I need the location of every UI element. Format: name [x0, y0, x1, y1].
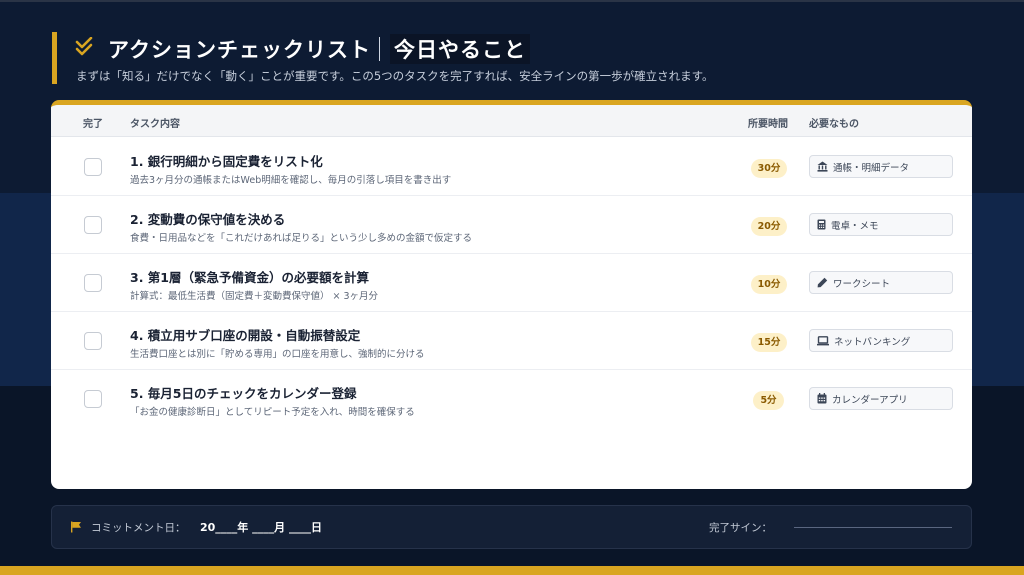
flag-icon [71, 521, 81, 533]
time-badge: 15分 [751, 333, 787, 352]
needs-item: 電卓・メモ [809, 213, 953, 236]
sign-label: 完了サイン： [709, 522, 772, 534]
pencil-icon [817, 277, 828, 288]
commitment-footer: コミットメント日： 20____年 ____月 ____日 完了サイン： [51, 505, 972, 549]
needs-label: ネットバンキング [834, 336, 911, 348]
task-checkbox[interactable] [84, 274, 102, 292]
table-row: 1. 銀行明細から固定費をリスト化 過去3ヶ月分の通帳またはWeb明細を確認し、… [51, 138, 972, 196]
signature-line[interactable] [794, 527, 952, 528]
table-row: 3. 第1層（緊急予備資金）の必要額を計算 計算式：最低生活費（固定費＋変動費保… [51, 254, 972, 312]
commitment-date[interactable]: 20____年 ____月 ____日 [200, 519, 322, 535]
bank-icon [817, 161, 828, 172]
header-time: 所要時間 [748, 119, 788, 130]
task-title: 3. 第1層（緊急予備資金）の必要額を計算 [130, 270, 369, 285]
task-checkbox[interactable] [84, 332, 102, 350]
time-badge: 30分 [751, 159, 787, 178]
time-badge: 10分 [751, 275, 787, 294]
time-badge: 5分 [753, 391, 784, 410]
task-title: 4. 積立用サブ口座の開設・自動振替設定 [130, 328, 361, 343]
needs-item: ネットバンキング [809, 329, 953, 352]
task-description: 過去3ヶ月分の通帳またはWeb明細を確認し、毎月の引落し項目を書き出す [130, 175, 452, 186]
calendar-icon [817, 393, 827, 404]
needs-item: カレンダーアプリ [809, 387, 953, 410]
title-sub: 今日やること [389, 34, 530, 64]
time-badge: 20分 [751, 217, 787, 236]
header-needs: 必要なもの [809, 119, 859, 130]
needs-item: 通帳・明細データ [809, 155, 953, 178]
checklist-card: 完了 タスク内容 所要時間 必要なもの 1. 銀行明細から固定費をリスト化 過去… [51, 100, 972, 489]
task-checkbox[interactable] [84, 390, 102, 408]
table-header: 完了 タスク内容 所要時間 必要なもの [51, 105, 972, 137]
task-checkbox[interactable] [84, 158, 102, 176]
needs-label: 通帳・明細データ [833, 162, 910, 174]
double-check-icon [75, 37, 93, 56]
page-title: アクションチェックリスト 今日やること [108, 34, 530, 64]
header-task: タスク内容 [130, 119, 180, 130]
title-separator [378, 37, 380, 61]
needs-label: ワークシート [833, 278, 891, 290]
task-title: 1. 銀行明細から固定費をリスト化 [130, 154, 323, 169]
table-row: 4. 積立用サブ口座の開設・自動振替設定 生活費口座とは別に「貯める専用」の口座… [51, 312, 972, 370]
task-description: 食費・日用品などを「これだけあれば足りる」という少し多めの金額で仮定する [130, 233, 473, 244]
title-main: アクションチェックリスト [108, 38, 371, 62]
task-checkbox[interactable] [84, 216, 102, 234]
top-border [0, 0, 1024, 2]
table-row: 2. 変動費の保守値を決める 食費・日用品などを「これだけあれば足りる」という少… [51, 196, 972, 254]
task-title: 5. 毎月5日のチェックをカレンダー登録 [130, 386, 357, 401]
table-row: 5. 毎月5日のチェックをカレンダー登録 「お金の健康診断日」としてリピート予定… [51, 370, 972, 428]
needs-label: 電卓・メモ [831, 220, 879, 232]
header-done: 完了 [83, 119, 103, 130]
task-description: 生活費口座とは別に「貯める専用」の口座を用意し、強制的に分ける [130, 349, 425, 360]
bottom-accent-bar [0, 566, 1024, 575]
laptop-icon [817, 335, 829, 345]
task-description: 「お金の健康診断日」としてリピート予定を入れ、時間を確保する [130, 407, 415, 418]
task-title: 2. 変動費の保守値を決める [130, 212, 286, 227]
task-description: 計算式：最低生活費（固定費＋変動費保守値） × 3ヶ月分 [130, 291, 379, 302]
needs-label: カレンダーアプリ [832, 394, 908, 406]
commitment-label: コミットメント日： [91, 522, 186, 534]
page-subtitle: まずは「知る」だけでなく「動く」ことが重要です。この5つのタスクを完了すれば、安… [76, 69, 714, 83]
needs-item: ワークシート [809, 271, 953, 294]
header-accent-bar [52, 32, 57, 84]
calculator-icon [817, 219, 826, 230]
